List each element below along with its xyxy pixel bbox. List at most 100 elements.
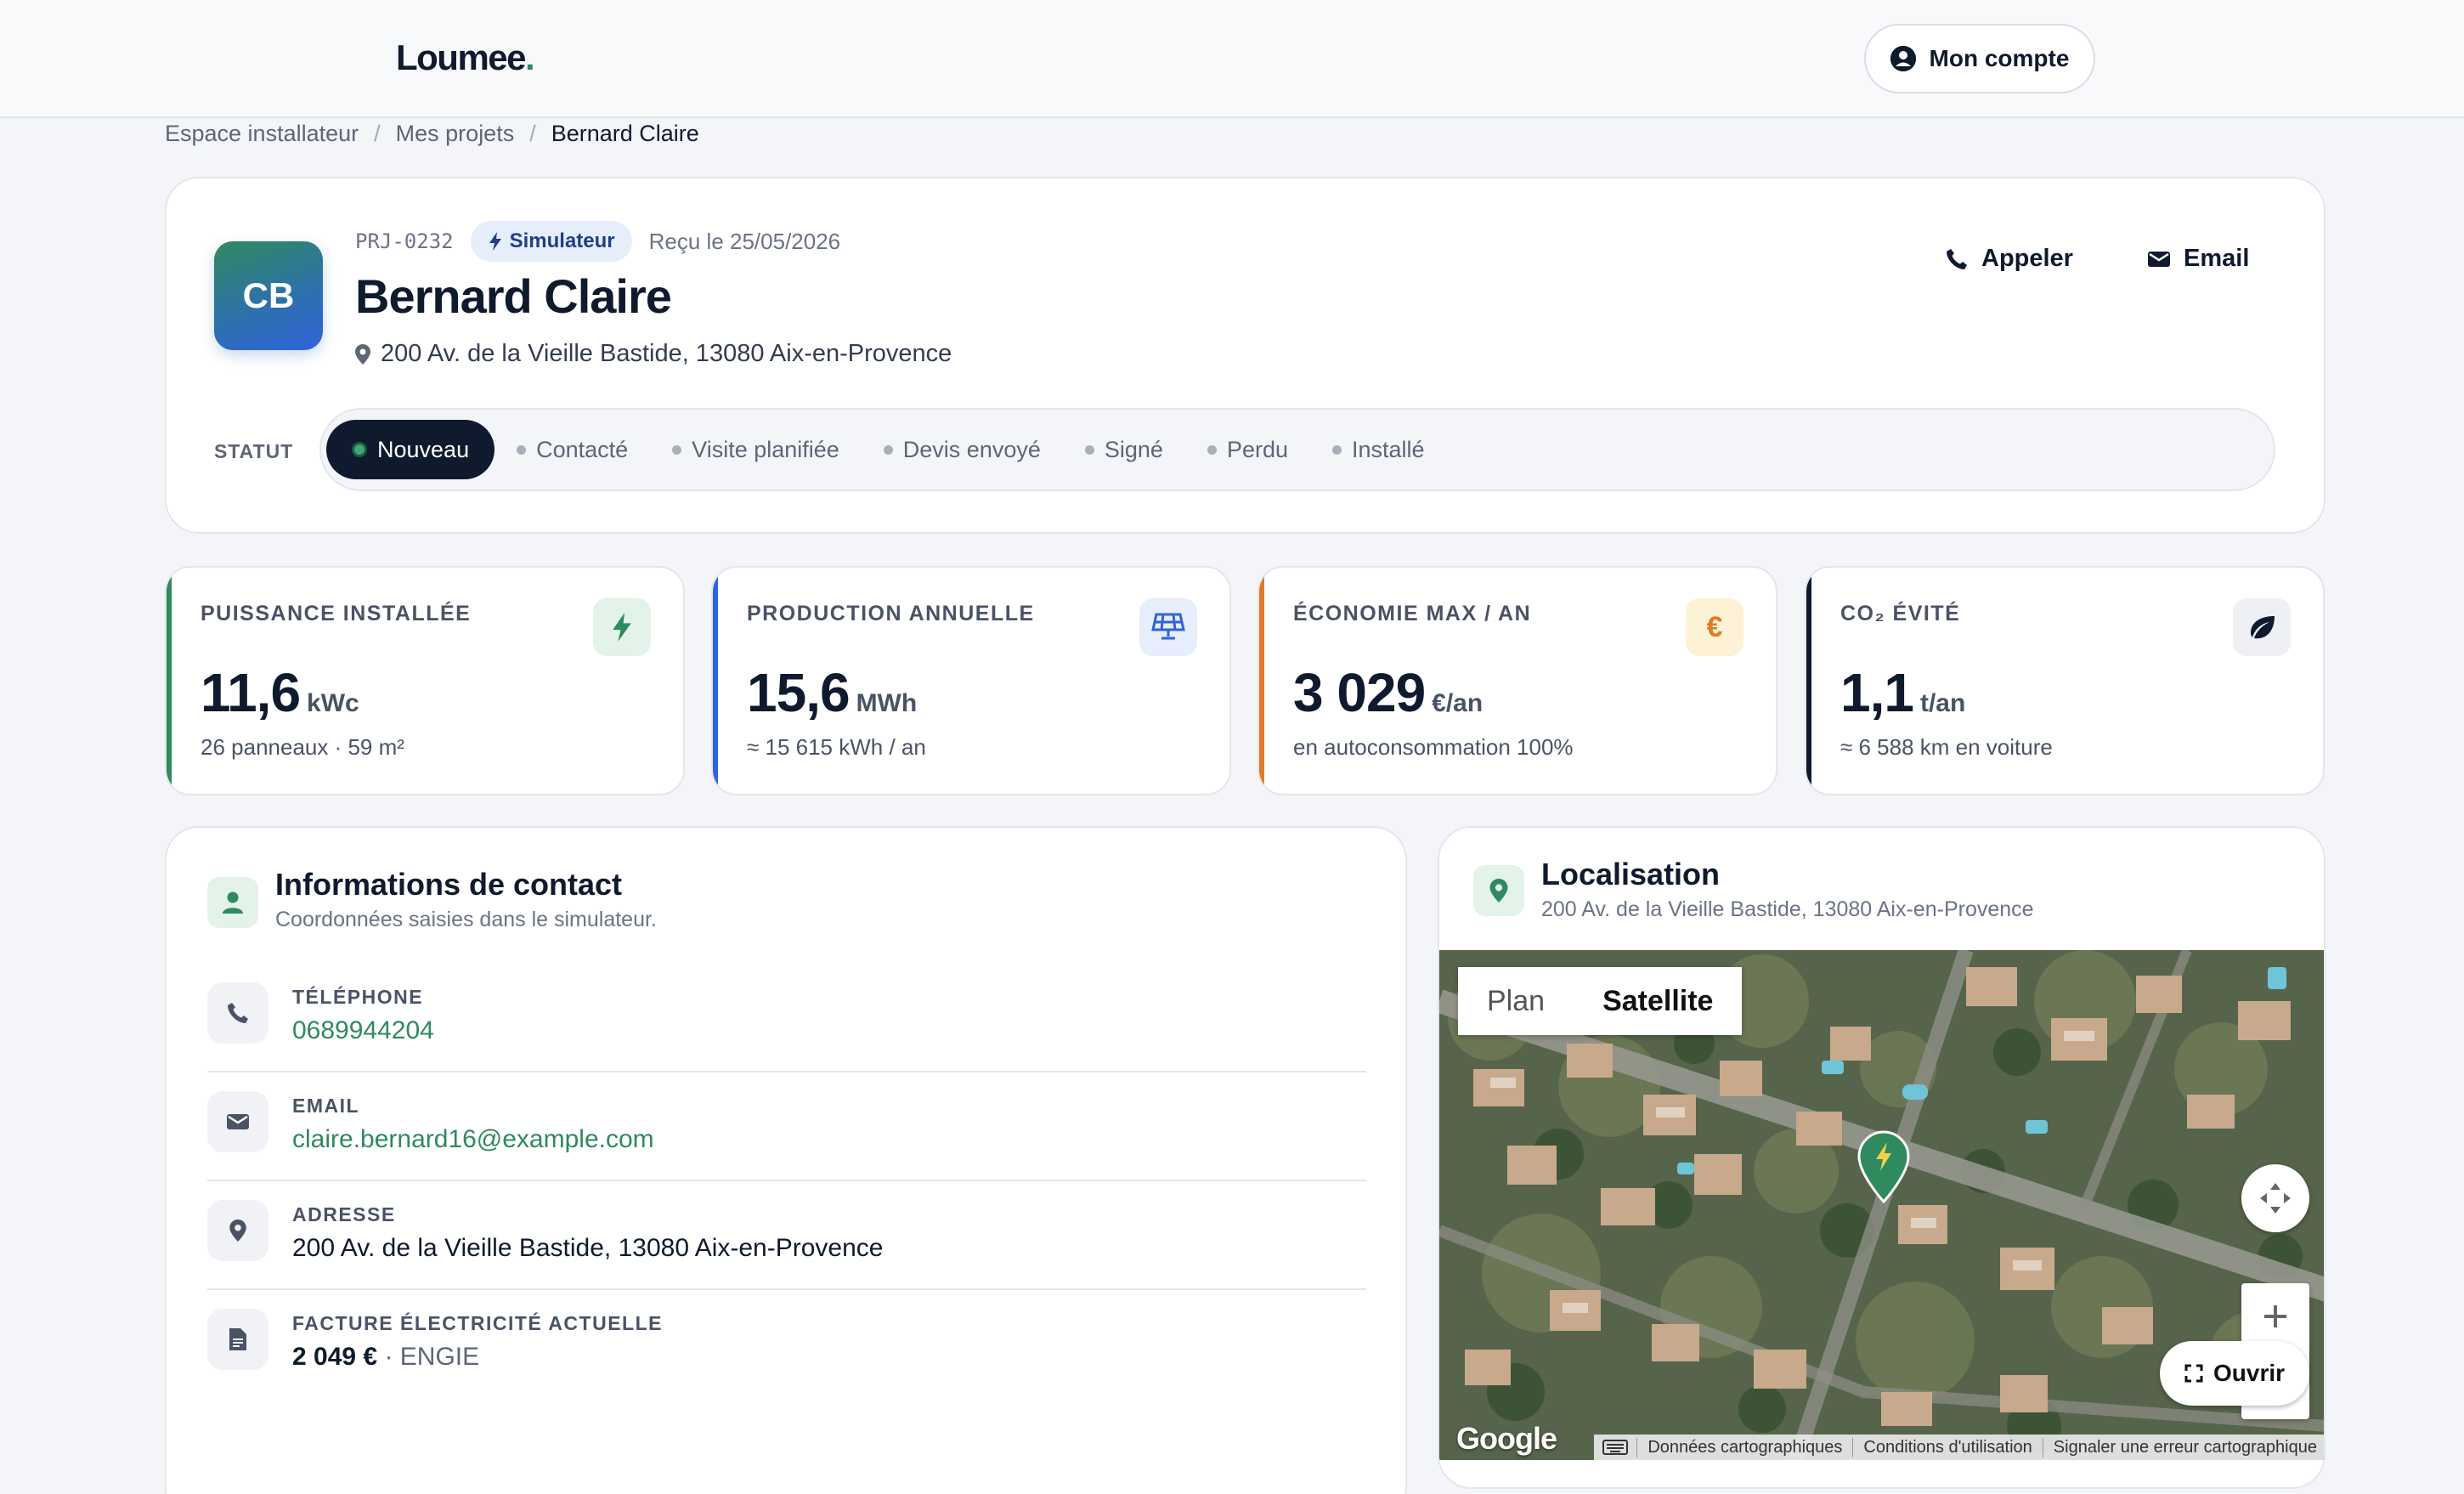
address-value: 200 Av. de la Vieille Bastide, 13080 Aix… <box>292 1234 884 1262</box>
map-pin-icon <box>1473 865 1524 916</box>
breadcrumb-my-projects[interactable]: Mes projets <box>396 121 515 147</box>
status-dot <box>1332 444 1342 455</box>
pan-control-button[interactable] <box>2241 1164 2309 1232</box>
map-attribution: Données cartographiques Conditions d'uti… <box>1594 1435 2324 1460</box>
breadcrumb-separator: / <box>374 121 381 146</box>
status-devis-envoye[interactable]: Devis envoyé <box>862 420 1063 479</box>
status-visite-planifiee[interactable]: Visite planifiée <box>650 420 862 479</box>
expand-icon <box>2184 1364 2203 1383</box>
email-label: EMAIL <box>292 1095 360 1117</box>
status-installe[interactable]: Installé <box>1310 420 1447 479</box>
contact-bill-row: FACTURE ÉLECTRICITÉ ACTUELLE 2 049 € · E… <box>207 1290 1366 1399</box>
map-data-link[interactable]: Données cartographiques <box>1636 1437 1852 1457</box>
stat-subtext: 26 panneaux · 59 m² <box>201 734 404 760</box>
euro-icon: € <box>1686 598 1743 656</box>
envelope-icon <box>2148 251 2170 267</box>
stat-value: 1,1 t/an <box>1840 662 1966 723</box>
project-meta: PRJ-0232 Simulateur Reçu le 25/05/2026 <box>355 221 840 262</box>
brand-logo[interactable]: Loumee. <box>396 37 535 78</box>
status-label: STATUT <box>214 440 294 462</box>
location-title: Localisation <box>1541 857 1721 891</box>
contact-title: Informations de contact <box>275 867 623 902</box>
stat-card-power: PUISSANCE INSTALLÉE 11,6 kWc 26 panneaux … <box>165 566 685 795</box>
map-marker[interactable] <box>1857 1130 1910 1208</box>
document-icon <box>207 1309 268 1370</box>
location-card: Localisation 200 Av. de la Vieille Basti… <box>1438 826 2326 1489</box>
stat-label: PRODUCTION ANNUELLE <box>747 602 1035 625</box>
bolt-icon <box>489 232 501 251</box>
stat-card-savings: ÉCONOMIE MAX / AN € 3 029 €/an en autocon… <box>1257 566 1777 795</box>
source-badge: Simulateur <box>470 221 632 262</box>
status-dot <box>883 444 893 455</box>
stat-label: CO₂ ÉVITÉ <box>1840 602 1961 625</box>
map-type-plan[interactable]: Plan <box>1458 967 1574 1035</box>
breadcrumb-installer-space[interactable]: Espace installateur <box>165 121 359 147</box>
accent-bar <box>1259 568 1264 794</box>
status-dot <box>517 444 527 455</box>
email-button[interactable]: Email <box>2148 245 2249 273</box>
breadcrumb: Espace installateur / Mes projets / Bern… <box>165 121 699 147</box>
address-label: ADRESSE <box>292 1203 396 1225</box>
stat-subtext: ≈ 6 588 km en voiture <box>1840 734 2053 760</box>
location-subtitle: 200 Av. de la Vieille Bastide, 13080 Aix… <box>1541 897 2034 921</box>
status-signe[interactable]: Signé <box>1063 420 1185 479</box>
contact-email-row: EMAIL claire.bernard16@example.com <box>207 1072 1366 1181</box>
client-name: Bernard Claire <box>355 269 672 323</box>
contact-address-row: ADRESSE 200 Av. de la Vieille Bastide, 1… <box>207 1181 1366 1290</box>
zoom-in-icon <box>2264 1305 2286 1327</box>
breadcrumb-current: Bernard Claire <box>551 121 699 146</box>
status-selector: Nouveau Contacté Visite planifiée Devis … <box>319 408 2275 491</box>
client-address: 200 Av. de la Vieille Bastide, 13080 Aix… <box>355 340 952 368</box>
email-link[interactable]: claire.bernard16@example.com <box>292 1125 654 1154</box>
map-type-toggle: Plan Satellite <box>1458 967 1743 1035</box>
contact-phone-row: TÉLÉPHONE 0689944204 <box>207 964 1366 1072</box>
status-dot <box>1084 444 1094 455</box>
status-dot <box>672 444 682 455</box>
stat-value: 15,6 MWh <box>747 662 918 723</box>
status-perdu[interactable]: Perdu <box>1185 420 1310 479</box>
stat-card-production: PRODUCTION ANNUELLE 15,6 MWh ≈ 15 615 kWh… <box>711 566 1231 795</box>
stat-card-co2: CO₂ ÉVITÉ 1,1 t/an ≈ 6 588 km en voiture <box>1805 566 2325 795</box>
stat-value: 11,6 kWc <box>201 662 359 723</box>
phone-link[interactable]: 0689944204 <box>292 1016 434 1045</box>
accent-bar <box>167 568 172 794</box>
user-icon <box>207 877 258 928</box>
status-dot <box>352 442 367 457</box>
bill-label: FACTURE ÉLECTRICITÉ ACTUELLE <box>292 1312 663 1334</box>
accent-bar <box>713 568 718 794</box>
phone-icon <box>207 982 268 1044</box>
stat-subtext: en autoconsommation 100% <box>1293 734 1574 760</box>
account-button[interactable]: Mon compte <box>1864 24 2095 93</box>
map-pin-icon <box>207 1200 268 1261</box>
move-arrows-icon <box>2260 1183 2291 1214</box>
stat-subtext: ≈ 15 615 kWh / an <box>747 734 926 760</box>
top-bar: Loumee. Mon compte <box>0 0 2464 118</box>
status-dot <box>1207 444 1217 455</box>
project-id: PRJ-0232 <box>355 229 454 253</box>
map-type-satellite[interactable]: Satellite <box>1574 967 1742 1035</box>
stat-value: 3 029 €/an <box>1293 662 1483 723</box>
bolt-icon <box>593 598 651 656</box>
leaf-icon <box>2233 598 2291 656</box>
status-nouveau[interactable]: Nouveau <box>326 420 495 479</box>
contact-subtitle: Coordonnées saisies dans le simulateur. <box>275 908 657 931</box>
contact-info-card: Informations de contact Coordonnées sais… <box>165 826 1407 1494</box>
google-logo: Google <box>1456 1421 1557 1456</box>
status-contacte[interactable]: Contacté <box>494 420 650 479</box>
envelope-icon <box>207 1091 268 1152</box>
solar-panel-icon <box>1139 598 1197 656</box>
open-map-button[interactable]: Ouvrir <box>2160 1341 2309 1406</box>
stat-label: ÉCONOMIE MAX / AN <box>1293 602 1532 625</box>
phone-icon <box>1947 248 1967 269</box>
client-avatar: CB <box>214 241 323 350</box>
stat-label: PUISSANCE INSTALLÉE <box>201 602 472 625</box>
keyboard-icon <box>1602 1440 1629 1455</box>
call-button[interactable]: Appeler <box>1946 245 2073 273</box>
satellite-map[interactable]: Plan Satellite Ouvrir Google Données car… <box>1439 950 2324 1460</box>
report-error-link[interactable]: Signaler une erreur cartographique <box>2042 1437 2324 1457</box>
user-circle-icon <box>1890 46 1916 71</box>
account-label: Mon compte <box>1929 45 2070 71</box>
map-pin-icon <box>355 343 370 365</box>
project-header-card: CB PRJ-0232 Simulateur Reçu le 25/05/202… <box>165 177 2326 534</box>
terms-link[interactable]: Conditions d'utilisation <box>1852 1437 2042 1457</box>
